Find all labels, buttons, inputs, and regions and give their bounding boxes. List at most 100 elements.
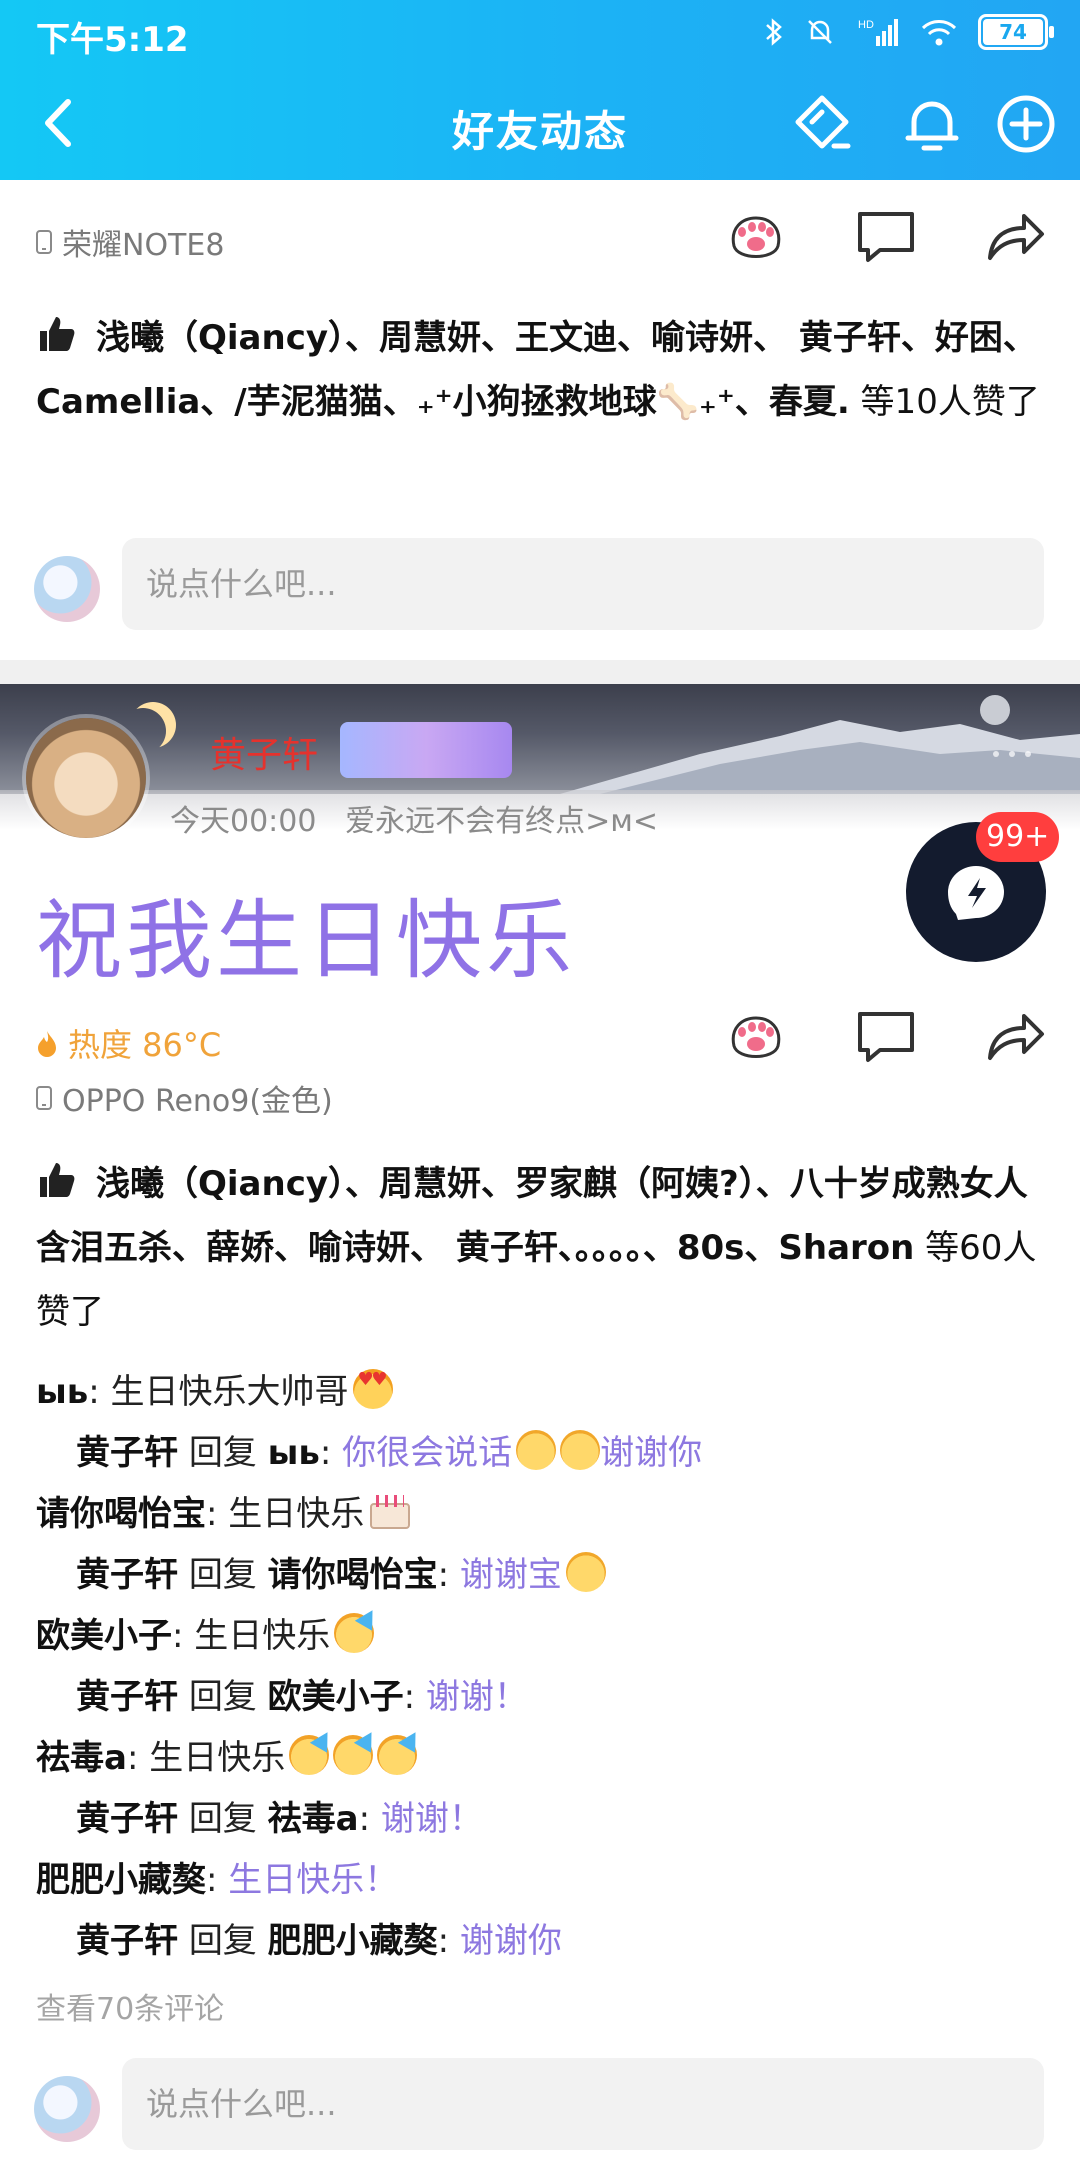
blush-emoji-icon	[560, 1430, 601, 1470]
comment-row[interactable]: ыь: 生日快乐大帅哥	[36, 1362, 1046, 1423]
post2-text: 祝我生日快乐	[36, 891, 576, 991]
notification-badge: 99+	[976, 812, 1060, 862]
post2-username[interactable]: 黄子轩	[210, 726, 318, 778]
post2-device-label: OPPO Reno9(金色)	[62, 1084, 333, 1119]
commenter-name[interactable]: 黄子轩	[76, 1799, 178, 1839]
commenter-name[interactable]: 黄子轩	[76, 1677, 178, 1717]
reply-row[interactable]: 黄子轩 回复 祛毒a: 谢谢！	[36, 1789, 1046, 1850]
comment-text-2: 谢谢你	[600, 1433, 703, 1473]
comment-text: 生日快乐！	[228, 1860, 399, 1900]
reply-label: 回复	[188, 1555, 257, 1595]
comment-input[interactable]: 说点什么吧...	[122, 538, 1044, 630]
post1-device-label: 荣耀NOTE8	[62, 228, 225, 263]
view-all-comments-link[interactable]: 查看70条评论	[36, 1984, 224, 2028]
post1-likes: 浅曦（Qiancy）、周慧妍、王文迪、喻诗妍、 黄子轩、好困、Camellia、…	[36, 306, 1046, 434]
top-header: 下午5:12 HD 74 好友动态	[0, 0, 1080, 180]
reply-row[interactable]: 黄子轩 回复 ыь: 你很会说话 谢谢你	[36, 1423, 1046, 1484]
comment-input[interactable]: 说点什么吧...	[122, 2058, 1044, 2150]
diamond-edit-icon[interactable]	[790, 92, 854, 156]
thumb-up-icon	[40, 1163, 75, 1197]
share-icon[interactable]	[978, 200, 1050, 272]
avatar[interactable]	[34, 2076, 100, 2142]
moon-decoration	[120, 708, 166, 754]
svg-text:HD: HD	[858, 19, 874, 31]
status-icons: HD 74	[764, 14, 1054, 50]
share-icon[interactable]	[978, 1000, 1050, 1072]
comment-row[interactable]: 请你喝怡宝: 生日快乐	[36, 1484, 1046, 1545]
bell-icon[interactable]	[900, 92, 964, 156]
cake-emoji-icon	[368, 1491, 412, 1531]
post1-like-count[interactable]: 等10人赞了	[850, 382, 1040, 422]
reply-label: 回复	[188, 1799, 257, 1839]
commenter-name[interactable]: 黄子轩	[76, 1555, 178, 1595]
reply-label: 回复	[188, 1921, 257, 1961]
post2-comment-bar: 说点什么吧...	[0, 2058, 1080, 2158]
signal-icon: HD	[858, 19, 898, 46]
reply-target[interactable]: 肥肥小藏獒	[268, 1921, 438, 1961]
post2-heat: 热度 86°C	[36, 1020, 221, 1066]
comment-icon[interactable]	[850, 200, 922, 272]
post2-likes: 浅曦（Qiancy）、周慧妍、罗家麒（阿姨?）、八十岁成熟女人含泪五杀、薛娇、喻…	[36, 1152, 1046, 1344]
reply-target[interactable]: ыь	[268, 1433, 320, 1473]
party-emoji-icon	[289, 1735, 330, 1775]
blush-emoji-icon	[516, 1430, 557, 1470]
post-separator	[0, 660, 1080, 684]
commenter-name[interactable]: 请你喝怡宝	[36, 1494, 206, 1534]
post2-meta: 今天00:00 爱永远不会有终点>ᴍ<	[170, 796, 658, 840]
comment-text: 谢谢！	[425, 1677, 528, 1717]
reply-target[interactable]: 欧美小子	[268, 1677, 404, 1717]
wifi-icon	[921, 20, 957, 46]
reply-target[interactable]: 请你喝怡宝	[268, 1555, 438, 1595]
comment-row[interactable]: 欧美小子: 生日快乐	[36, 1606, 1046, 1667]
comment-text: 生日快乐大帅哥	[110, 1372, 349, 1412]
nav-bar: 好友动态	[0, 70, 1080, 180]
party-emoji-icon	[377, 1735, 418, 1775]
post2-heat-label: 热度 86°C	[68, 1026, 222, 1064]
commenter-name[interactable]: 欧美小子	[36, 1616, 172, 1656]
post2-like-names[interactable]: 浅曦（Qiancy）、周慧妍、罗家麒（阿姨?）、八十岁成熟女人含泪五杀、薛娇、喻…	[36, 1164, 1028, 1268]
post2-signature: 爱永远不会有终点>ᴍ<	[345, 804, 658, 839]
commenter-name[interactable]: 祛毒a	[36, 1738, 127, 1778]
reply-label: 回复	[188, 1677, 257, 1717]
thumb-up-icon	[40, 317, 75, 351]
status-bar: 下午5:12 HD 74	[0, 0, 1080, 66]
avatar[interactable]	[34, 556, 100, 622]
comment-text: 谢谢宝	[459, 1555, 562, 1595]
comment-icon[interactable]	[850, 1000, 922, 1072]
mute-bell-icon	[808, 20, 832, 44]
status-time: 下午5:12	[36, 20, 189, 60]
party-emoji-icon	[333, 1735, 374, 1775]
blush-emoji-icon	[565, 1552, 606, 1592]
comment-row[interactable]: 肥肥小藏獒: 生日快乐！	[36, 1850, 1046, 1911]
battery-indicator: 74	[978, 14, 1054, 50]
heart-eyes-emoji-icon	[352, 1369, 393, 1409]
post1-comment-bar: 说点什么吧...	[0, 538, 1080, 638]
post2-comments: ыь: 生日快乐大帅哥 黄子轩 回复 ыь: 你很会说话谢谢你 请你喝怡宝: 生…	[36, 1362, 1046, 1972]
reply-row[interactable]: 黄子轩 回复 请你喝怡宝: 谢谢宝	[36, 1545, 1046, 1606]
user-badge	[340, 722, 512, 778]
comment-row[interactable]: 祛毒a: 生日快乐	[36, 1728, 1046, 1789]
phone-icon	[36, 230, 52, 254]
commenter-name[interactable]: 黄子轩	[76, 1433, 178, 1473]
comment-text: 你很会说话	[342, 1433, 513, 1473]
post2-time: 今天00:00	[170, 804, 317, 839]
flame-icon	[38, 1031, 56, 1057]
comment-text: 生日快乐	[149, 1738, 286, 1778]
commenter-name[interactable]: ыь	[36, 1372, 88, 1412]
post2-device: OPPO Reno9(金色)	[36, 1076, 333, 1120]
paw-icon[interactable]	[720, 1000, 792, 1072]
comment-text: 生日快乐	[228, 1494, 365, 1534]
reply-row[interactable]: 黄子轩 回复 欧美小子: 谢谢！	[36, 1667, 1046, 1728]
comment-text: 谢谢！	[380, 1799, 483, 1839]
bluetooth-icon	[766, 18, 782, 46]
reply-row[interactable]: 黄子轩 回复 肥肥小藏獒: 谢谢你	[36, 1911, 1046, 1972]
add-circle-icon[interactable]	[994, 92, 1058, 156]
party-emoji-icon	[334, 1613, 375, 1653]
reply-label: 回复	[188, 1433, 257, 1473]
post1-device: 荣耀NOTE8	[36, 220, 224, 264]
reply-target[interactable]: 祛毒a	[268, 1799, 359, 1839]
commenter-name[interactable]: 肥肥小藏獒	[36, 1860, 206, 1900]
paw-icon[interactable]	[720, 200, 792, 272]
commenter-name[interactable]: 黄子轩	[76, 1921, 178, 1961]
comment-text: 谢谢你	[459, 1921, 562, 1961]
